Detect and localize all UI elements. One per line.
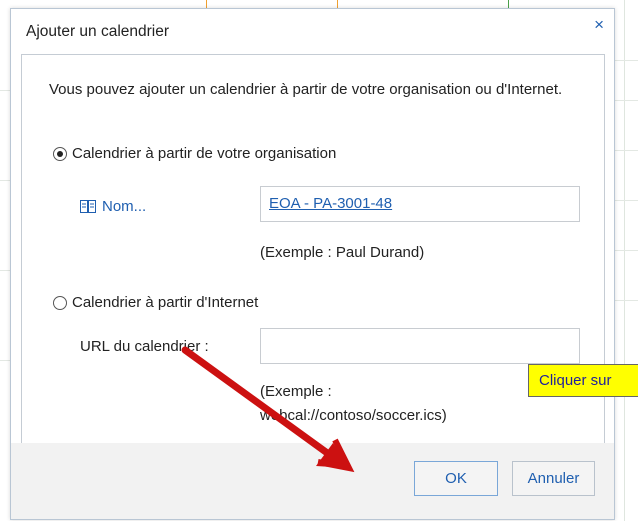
- url-label: URL du calendrier :: [80, 338, 209, 355]
- grid-line: [613, 150, 638, 151]
- org-option-label: Calendrier à partir de votre organisatio…: [72, 145, 337, 162]
- url-input[interactable]: [260, 328, 580, 364]
- close-icon[interactable]: ×: [594, 16, 604, 33]
- name-lookup-link[interactable]: Nom...: [80, 198, 146, 215]
- grid-line: [613, 250, 638, 251]
- grid-line: [613, 100, 638, 101]
- organization-calendar-field[interactable]: EOA - PA-3001-48: [260, 186, 580, 222]
- grid-line: [613, 200, 638, 201]
- ok-button[interactable]: OK: [414, 461, 498, 496]
- cancel-button[interactable]: Annuler: [512, 461, 595, 496]
- dialog-title: Ajouter un calendrier: [26, 23, 170, 40]
- url-example-line2: webcal://contoso/soccer.ics): [260, 407, 447, 424]
- org-radio-button[interactable]: [53, 146, 67, 161]
- add-calendar-dialog: Ajouter un calendrier × Vous pouvez ajou…: [10, 8, 615, 520]
- dialog-titlebar: Ajouter un calendrier ×: [11, 9, 614, 53]
- intro-text: Vous pouvez ajouter un calendrier à part…: [49, 81, 563, 98]
- dialog-content: Vous pouvez ajouter un calendrier à part…: [21, 54, 605, 444]
- dialog-footer: OK Annuler: [11, 443, 614, 519]
- organization-calendar-value[interactable]: EOA - PA-3001-48: [269, 195, 392, 212]
- grid-line: [624, 0, 625, 521]
- grid-line: [613, 60, 638, 61]
- org-calendar-option[interactable]: Calendrier à partir de votre organisatio…: [53, 145, 336, 162]
- grid-line: [0, 360, 10, 361]
- grid-line: [0, 180, 10, 181]
- internet-radio-button[interactable]: [53, 295, 67, 310]
- grid-line: [613, 300, 638, 301]
- url-example-line1: (Exemple :: [260, 383, 332, 400]
- address-book-icon: [80, 200, 96, 213]
- internet-option-label: Calendrier à partir d'Internet: [72, 294, 259, 311]
- grid-line: [0, 90, 10, 91]
- name-link-label: Nom...: [102, 198, 147, 215]
- org-example-text: (Exemple : Paul Durand): [260, 244, 425, 261]
- grid-line: [0, 270, 10, 271]
- internet-calendar-option[interactable]: Calendrier à partir d'Internet: [53, 294, 258, 311]
- instruction-callout: Cliquer sur: [528, 364, 638, 397]
